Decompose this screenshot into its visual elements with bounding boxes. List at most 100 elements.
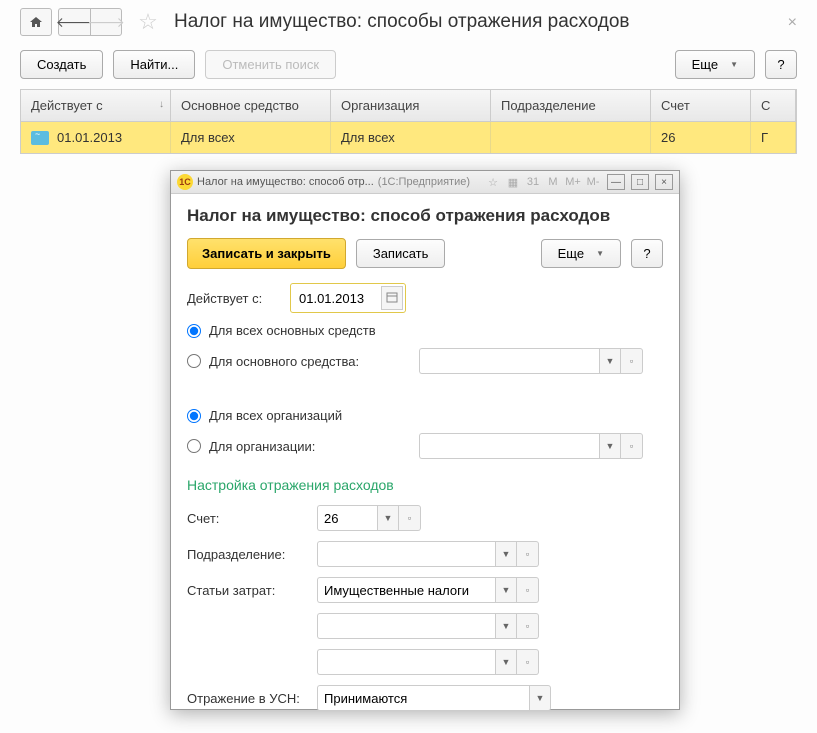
- radio-for-org-row: Для организации: ▼ ▫: [187, 433, 663, 459]
- usn-label: Отражение в УСН:: [187, 691, 317, 706]
- modal-titlebar[interactable]: 1C Налог на имущество: способ отр... (1С…: [171, 171, 679, 194]
- radio-for-asset-row: Для основного средства: ▼ ▫: [187, 348, 663, 374]
- td-date: 01.01.2013: [57, 130, 122, 145]
- radio-for-asset[interactable]: [187, 354, 201, 368]
- usn-input[interactable]: [317, 685, 529, 711]
- cost-items-open-button[interactable]: ▫: [517, 577, 539, 603]
- top-bar: 🡐 🡒 ☆ Налог на имущество: способы отраже…: [0, 0, 817, 44]
- modal-toolbar: Записать и закрыть Записать Еще ?: [187, 238, 663, 269]
- cancel-search-button[interactable]: Отменить поиск: [205, 50, 336, 79]
- account-open-button[interactable]: ▫: [399, 505, 421, 531]
- radio-all-assets[interactable]: [187, 324, 201, 338]
- asset-open-button[interactable]: ▫: [621, 348, 643, 374]
- modal-heading: Налог на имущество: способ отражения рас…: [187, 206, 663, 226]
- th-asset[interactable]: Основное средство: [171, 90, 331, 121]
- td-last: Г: [751, 122, 796, 153]
- effective-from-input[interactable]: [293, 287, 377, 310]
- titlebar-calendar-icon[interactable]: 31: [525, 176, 541, 188]
- th-account[interactable]: Счет: [651, 90, 751, 121]
- maximize-button[interactable]: □: [631, 174, 649, 190]
- blank1-dropdown-button[interactable]: ▼: [495, 613, 517, 639]
- modal-dialog: 1C Налог на имущество: способ отр... (1С…: [170, 170, 680, 710]
- th-dept[interactable]: Подразделение: [491, 90, 651, 121]
- radio-all-orgs-label: Для всех организаций: [209, 408, 342, 423]
- date-input-group: [290, 283, 406, 313]
- dept-open-button[interactable]: ▫: [517, 541, 539, 567]
- home-icon: [29, 15, 43, 29]
- blank-input-2[interactable]: [317, 649, 495, 675]
- dept-label: Подразделение:: [187, 547, 317, 562]
- usn-row: Отражение в УСН: ▼: [187, 685, 663, 711]
- td-account: 26: [651, 122, 751, 153]
- help-button[interactable]: ?: [765, 50, 797, 79]
- usn-dropdown-button[interactable]: ▼: [529, 685, 551, 711]
- asset-input[interactable]: [419, 348, 599, 374]
- account-row: Счет: ▼ ▫: [187, 505, 663, 531]
- close-icon[interactable]: ×: [788, 14, 797, 32]
- cost-items-input[interactable]: [317, 577, 495, 603]
- dept-dropdown-button[interactable]: ▼: [495, 541, 517, 567]
- modal-body: Налог на имущество: способ отражения рас…: [171, 194, 679, 733]
- favorite-star-icon[interactable]: ☆: [134, 8, 162, 36]
- td-asset: Для всех: [171, 122, 331, 153]
- th-last[interactable]: С: [751, 90, 796, 121]
- table-header: Действует с ↓ Основное средство Организа…: [21, 90, 796, 122]
- save-button[interactable]: Записать: [356, 239, 446, 268]
- titlebar-m-icon[interactable]: M: [545, 176, 561, 188]
- blank2-dropdown-button[interactable]: ▼: [495, 649, 517, 675]
- org-combo: ▼ ▫: [419, 433, 643, 459]
- modal-more-button[interactable]: Еще: [541, 239, 621, 268]
- titlebar-mplus-icon[interactable]: M+: [565, 176, 581, 188]
- minimize-button[interactable]: —: [607, 174, 625, 190]
- blank2-open-button[interactable]: ▫: [517, 649, 539, 675]
- nav-back-forward: 🡐 🡒: [58, 8, 122, 36]
- titlebar-star-icon[interactable]: ☆: [485, 176, 501, 189]
- modal-help-button[interactable]: ?: [631, 239, 663, 268]
- asset-dropdown-button[interactable]: ▼: [599, 348, 621, 374]
- date-picker-button[interactable]: [381, 286, 403, 310]
- blank-row-1: ▼ ▫: [187, 613, 663, 639]
- org-open-button[interactable]: ▫: [621, 433, 643, 459]
- sort-arrow-icon: ↓: [159, 99, 164, 110]
- th-effective-from[interactable]: Действует с ↓: [21, 90, 171, 121]
- blank1-open-button[interactable]: ▫: [517, 613, 539, 639]
- account-input[interactable]: [317, 505, 377, 531]
- org-input[interactable]: [419, 433, 599, 459]
- home-button[interactable]: [20, 8, 52, 36]
- td-org: Для всех: [331, 122, 491, 153]
- radio-for-org-label: Для организации:: [209, 439, 315, 454]
- forward-button[interactable]: 🡒: [90, 8, 122, 36]
- table-row[interactable]: 01.01.2013 Для всех Для всех 26 Г: [21, 122, 796, 153]
- table: Действует с ↓ Основное средство Организа…: [20, 89, 797, 154]
- cost-items-row: Статьи затрат: ▼ ▫: [187, 577, 663, 603]
- blank-row-2: ▼ ▫: [187, 649, 663, 675]
- titlebar-mminus-icon[interactable]: M-: [585, 176, 601, 188]
- modal-title-text: Налог на имущество: способ отр...: [197, 176, 374, 188]
- asset-combo: ▼ ▫: [419, 348, 643, 374]
- account-dropdown-button[interactable]: ▼: [377, 505, 399, 531]
- calendar-icon: [386, 291, 398, 303]
- find-button[interactable]: Найти...: [113, 50, 195, 79]
- dept-input[interactable]: [317, 541, 495, 567]
- th-org[interactable]: Организация: [331, 90, 491, 121]
- modal-subtitle: (1С:Предприятие): [378, 176, 470, 188]
- row-status-icon: [31, 131, 49, 145]
- create-button[interactable]: Создать: [20, 50, 103, 79]
- cost-items-label: Статьи затрат:: [187, 583, 317, 598]
- cost-items-dropdown-button[interactable]: ▼: [495, 577, 517, 603]
- close-window-button[interactable]: ×: [655, 174, 673, 190]
- save-and-close-button[interactable]: Записать и закрыть: [187, 238, 346, 269]
- app-icon: 1C: [177, 174, 193, 190]
- page-title: Налог на имущество: способы отражения ра…: [174, 11, 630, 33]
- radio-all-assets-label: Для всех основных средств: [209, 323, 376, 338]
- radio-all-orgs[interactable]: [187, 409, 201, 423]
- titlebar-calc-icon[interactable]: ▦: [505, 176, 521, 189]
- more-button[interactable]: Еще: [675, 50, 755, 79]
- org-dropdown-button[interactable]: ▼: [599, 433, 621, 459]
- dept-row: Подразделение: ▼ ▫: [187, 541, 663, 567]
- radio-all-orgs-row: Для всех организаций: [187, 408, 663, 423]
- back-button[interactable]: 🡐: [58, 8, 90, 36]
- radio-for-org[interactable]: [187, 439, 201, 453]
- toolbar-row: Создать Найти... Отменить поиск Еще ?: [0, 44, 817, 89]
- blank-input-1[interactable]: [317, 613, 495, 639]
